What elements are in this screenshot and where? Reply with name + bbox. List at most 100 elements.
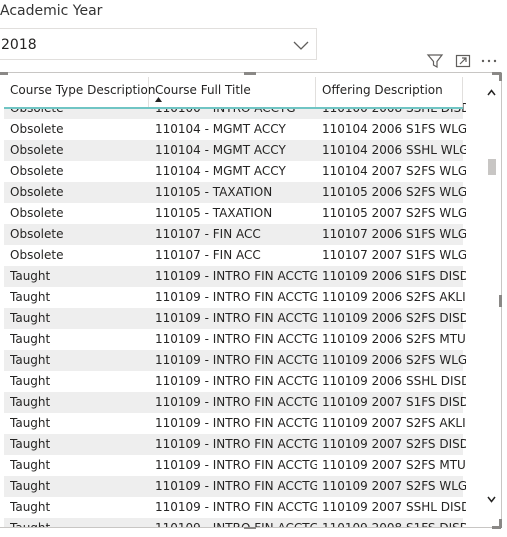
more-options-icon[interactable]	[480, 52, 498, 70]
academic-year-dropdown[interactable]: 2018	[0, 28, 317, 60]
cell-course-type: Taught	[10, 437, 51, 451]
resize-grip-top[interactable]	[244, 72, 256, 75]
table-row[interactable]: Obsolete 110105 - TAXATION 110105 2006 S2F…	[4, 182, 466, 203]
cell-offering-description: 110109 2006 S2FS DISD	[322, 311, 466, 325]
cell-offering-description: 110105 2006 S2FS WLGI	[322, 185, 466, 199]
cell-offering-description: 110109 2007 S2FS WLGI	[322, 479, 466, 493]
table-row[interactable]: Taught 110109 - INTRO FIN ACCTG 110109 200…	[4, 266, 466, 287]
cell-offering-description: 110104 2006 S1FS WLGI	[322, 122, 466, 136]
table-row[interactable]: Taught 110109 - INTRO FIN ACCTG 110109 200…	[4, 497, 466, 518]
scroll-down-icon[interactable]	[487, 496, 496, 503]
cell-course-full-title: 110109 - INTRO FIN ACCTG	[155, 458, 317, 472]
cell-course-type: Taught	[10, 518, 150, 527]
table-visual[interactable]: Obsolete110100 - INTRO ACCTG110100 2008 …	[0, 72, 502, 529]
cell-course-full-title: 110109 - INTRO FIN ACCTG	[155, 311, 317, 325]
cell-offering-description: 110109 2007 S2FS MTUI	[322, 458, 466, 472]
cell-course-full-title: 110105 - TAXATION	[155, 185, 273, 199]
cell-course-type: Taught	[10, 353, 51, 367]
cell-course-type: Obsolete	[10, 248, 64, 262]
cell-course-full-title: 110109 - INTRO FIN ACCTG	[155, 518, 317, 527]
table-row[interactable]: Taught 110109 - INTRO FIN ACCTG 110109 200…	[4, 308, 466, 329]
cell-offering-description: 110104 2006 SSHL WLGI	[322, 143, 466, 157]
table-row[interactable]: Taught 110109 - INTRO FIN ACCTG 110109 200…	[4, 329, 466, 350]
cell-course-type: Taught	[10, 479, 51, 493]
resize-grip-top-right-vertical[interactable]	[499, 73, 502, 81]
cell-offering-description: 110107 2006 S1FS WLGI	[322, 227, 466, 241]
scrollbar-thumb[interactable]	[488, 159, 496, 175]
cell-course-full-title: 110107 - FIN ACC	[155, 248, 261, 262]
cell-course-full-title: 110109 - INTRO FIN ACCTG	[155, 269, 317, 283]
cell-course-full-title: 110109 - INTRO FIN ACCTG	[155, 437, 317, 451]
table-row[interactable]: Taught 110109 - INTRO FIN ACCTG 110109 200…	[4, 476, 466, 497]
cell-course-type: Obsolete	[10, 227, 64, 241]
table-row[interactable]: Taught 110109 - INTRO FIN ACCTG 110109 200…	[4, 413, 466, 434]
table-row[interactable]: Obsolete 110107 - FIN ACC 110107 2007 S1FS…	[4, 245, 466, 266]
cell-course-type: Obsolete	[10, 164, 64, 178]
cell-course-full-title: 110109 - INTRO FIN ACCTG	[155, 479, 317, 493]
table-row[interactable]: Obsolete 110104 - MGMT ACCY 110104 2007 S2…	[4, 161, 466, 182]
cell-offering-description: 110107 2007 S1FS WLGI	[322, 248, 466, 262]
table-row[interactable]: Obsolete 110105 - TAXATION 110105 2007 S2F…	[4, 203, 466, 224]
resize-grip-right[interactable]	[499, 295, 502, 307]
cell-course-full-title: 110109 - INTRO FIN ACCTG	[155, 395, 317, 409]
table-row[interactable]: Taught 110109 - INTRO FIN ACCTG 110109 200…	[4, 455, 466, 476]
table-row[interactable]: Taught 110109 - INTRO FIN ACCTG 110109 200…	[4, 350, 466, 371]
table-row[interactable]: Obsolete 110107 - FIN ACC 110107 2006 S1FS…	[4, 224, 466, 245]
column-header-course-type[interactable]: Course Type Description	[4, 77, 155, 107]
filter-icon[interactable]	[426, 52, 444, 70]
cell-offering-description: 110109 2006 S1FS DISD	[322, 269, 466, 283]
cell-course-type: Taught	[10, 374, 51, 388]
cell-course-full-title: 110104 - MGMT ACCY	[155, 164, 286, 178]
resize-grip-top-left[interactable]	[0, 72, 8, 75]
cell-offering-description: 110109 2007 S2FS AKLI	[322, 416, 466, 430]
cell-course-full-title: 110104 - MGMT ACCY	[155, 143, 286, 157]
column-header-course-full-title[interactable]: Course Full Title	[149, 77, 316, 107]
cell-course-full-title: 110109 - INTRO FIN ACCTG	[155, 332, 317, 346]
cell-course-full-title: 110109 - INTRO FIN ACCTG	[155, 416, 317, 430]
table-row[interactable]: Obsolete 110104 - MGMT ACCY 110104 2006 S1…	[4, 119, 466, 140]
cell-course-type: Taught	[10, 416, 51, 430]
table-row[interactable]: Obsolete 110104 - MGMT ACCY 110104 2006 SS…	[4, 140, 466, 161]
table-row[interactable]: Taught 110109 - INTRO FIN ACCTG 110109 200…	[4, 434, 466, 455]
table-row[interactable]: Taught 110109 - INTRO FIN ACCTG 110109 200…	[4, 287, 466, 308]
slicer-selected-value: 2018	[1, 37, 37, 53]
cell-offering-description: 110109 2007 S1FS DISD	[322, 395, 466, 409]
cell-course-full-title: 110109 - INTRO FIN ACCTG	[155, 374, 317, 388]
resize-grip-bottom-right[interactable]	[492, 526, 501, 529]
cell-offering-description: 110109 2008 S1FS DISD	[322, 518, 466, 527]
cell-course-full-title: 110104 - MGMT ACCY	[155, 122, 286, 136]
cell-course-type: Taught	[10, 395, 51, 409]
chevron-down-icon	[293, 41, 309, 50]
table-header: Course Type Description Course Full Titl…	[4, 77, 463, 109]
slicer-title: Academic Year	[0, 3, 103, 19]
table-body-viewport: Obsolete110100 - INTRO ACCTG110100 2008 …	[4, 77, 466, 527]
cell-offering-description: 110105 2007 S2FS WLGI	[322, 206, 466, 220]
cell-course-type: Taught	[10, 500, 51, 514]
table-body: Obsolete110100 - INTRO ACCTG110100 2008 …	[4, 98, 466, 527]
column-header-offering-description[interactable]: Offering Description	[316, 77, 463, 107]
cell-course-type: Obsolete	[10, 185, 64, 199]
vertical-scrollbar[interactable]	[484, 83, 498, 519]
cell-course-full-title: 110107 - FIN ACC	[155, 227, 261, 241]
cell-offering-description: 110104 2007 S2FS WLGI	[322, 164, 466, 178]
sort-ascending-icon	[155, 97, 162, 102]
cell-course-type: Taught	[10, 311, 51, 325]
cell-course-type: Obsolete	[10, 122, 64, 136]
focus-mode-icon[interactable]	[454, 52, 472, 70]
cell-offering-description: 110109 2007 SSHL DISD	[322, 500, 466, 514]
cell-course-full-title: 110109 - INTRO FIN ACCTG	[155, 353, 317, 367]
cell-offering-description: 110109 2006 SSHL DISD	[322, 374, 466, 388]
cell-course-full-title: 110109 - INTRO FIN ACCTG	[155, 290, 317, 304]
cell-course-full-title: 110109 - INTRO FIN ACCTG	[155, 500, 317, 514]
cell-course-type: Obsolete	[10, 143, 64, 157]
cell-offering-description: 110109 2006 S2FS MTUI	[322, 332, 466, 346]
cell-course-type: Taught	[10, 458, 51, 472]
scroll-up-icon[interactable]	[487, 89, 496, 96]
cell-course-type: Taught	[10, 269, 51, 283]
table-row[interactable]: Taught 110109 - INTRO FIN ACCTG 110109 200…	[4, 371, 466, 392]
cell-offering-description: 110109 2007 S2FS DISD	[322, 437, 466, 451]
table-row[interactable]: Taught 110109 - INTRO FIN ACCTG 110109 200…	[4, 518, 466, 527]
table-row[interactable]: Taught 110109 - INTRO FIN ACCTG 110109 200…	[4, 392, 466, 413]
cell-offering-description: 110109 2006 S2FS AKLI	[322, 290, 466, 304]
cell-course-type: Taught	[10, 332, 51, 346]
